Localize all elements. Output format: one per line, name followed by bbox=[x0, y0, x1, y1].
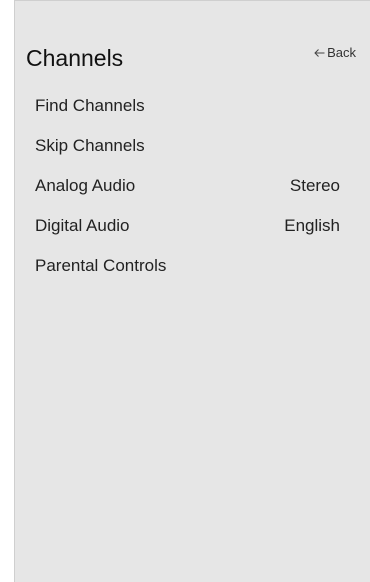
menu-item-label: Skip Channels bbox=[35, 136, 145, 155]
menu-item-skip-channels[interactable]: Skip Channels bbox=[15, 132, 370, 159]
channels-menu: Find Channels Skip Channels Analog Audio… bbox=[15, 92, 370, 292]
channels-menu-panel: Channels Back Find Channels Skip Channel… bbox=[14, 0, 370, 582]
menu-item-label: Find Channels bbox=[35, 96, 145, 115]
menu-item-parental-controls[interactable]: Parental Controls bbox=[15, 252, 370, 279]
menu-item-value: Stereo bbox=[289, 176, 340, 195]
menu-item-label: Analog Audio bbox=[35, 176, 136, 195]
back-button[interactable]: Back bbox=[313, 45, 356, 61]
arrow-left-icon bbox=[314, 49, 325, 57]
menu-item-find-channels[interactable]: Find Channels bbox=[15, 92, 370, 119]
menu-item-label: Parental Controls bbox=[35, 256, 167, 275]
page-title: Channels bbox=[26, 45, 124, 71]
menu-item-value: English bbox=[284, 216, 340, 235]
menu-item-digital-audio[interactable]: Digital Audio English bbox=[15, 212, 370, 239]
back-label: Back bbox=[327, 45, 356, 60]
menu-item-label: Digital Audio bbox=[35, 216, 130, 235]
menu-item-analog-audio[interactable]: Analog Audio Stereo bbox=[15, 172, 370, 199]
